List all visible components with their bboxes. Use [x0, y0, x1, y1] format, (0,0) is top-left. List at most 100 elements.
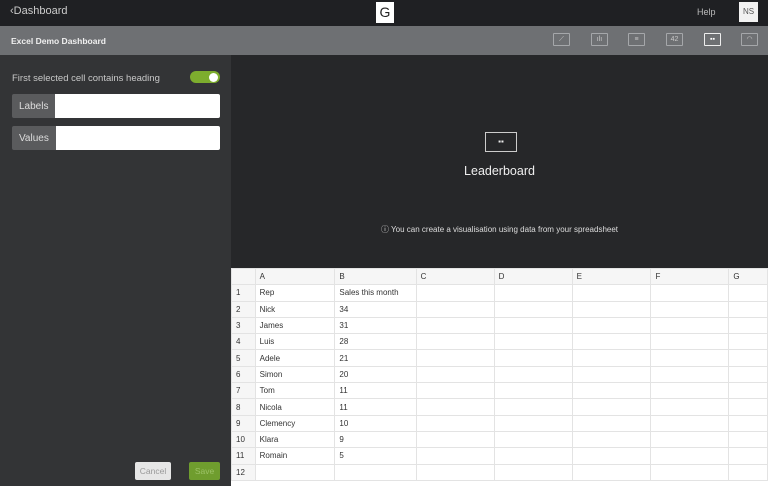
cell[interactable] [728, 316, 768, 335]
cell[interactable] [571, 349, 652, 367]
row-number[interactable]: 12 [231, 463, 256, 481]
column-header[interactable]: E [571, 267, 652, 286]
cell[interactable] [415, 463, 495, 481]
cell[interactable]: 21 [334, 349, 417, 367]
cell[interactable] [571, 414, 652, 432]
cell[interactable] [571, 284, 652, 302]
cell[interactable] [415, 365, 495, 384]
leaderboard-icon[interactable]: ▪▪ [704, 33, 721, 46]
avatar[interactable]: NS [739, 2, 758, 22]
cell[interactable]: Klara [254, 430, 336, 449]
cell[interactable]: Luis [254, 333, 336, 351]
cell[interactable] [728, 382, 768, 400]
cell[interactable] [571, 430, 652, 449]
cell[interactable] [571, 365, 652, 384]
row-number[interactable]: 3 [231, 316, 256, 335]
cell[interactable]: Nick [254, 300, 336, 318]
cell[interactable]: Rep [254, 284, 336, 302]
row-number[interactable]: 1 [231, 284, 256, 302]
cell[interactable] [571, 333, 652, 351]
cell[interactable] [728, 414, 768, 432]
cell[interactable] [493, 430, 573, 449]
cell[interactable]: Nicola [254, 398, 336, 416]
cell[interactable]: Sales this month [334, 284, 417, 302]
cell[interactable] [415, 398, 495, 416]
row-number[interactable]: 7 [231, 382, 256, 400]
row-number[interactable]: 8 [231, 398, 256, 416]
row-number[interactable]: 4 [231, 333, 256, 351]
cell[interactable] [415, 447, 495, 465]
cell[interactable] [334, 463, 417, 481]
back-to-dashboard-link[interactable]: ‹Dashboard [10, 5, 68, 17]
cell[interactable] [415, 284, 495, 302]
cell[interactable]: Clemency [254, 414, 336, 432]
column-header[interactable]: G [728, 267, 768, 286]
cell[interactable] [493, 463, 573, 481]
cell[interactable] [493, 316, 573, 335]
row-number[interactable]: 11 [231, 447, 256, 465]
cell[interactable]: 28 [334, 333, 417, 351]
column-header[interactable]: C [415, 267, 495, 286]
cell[interactable] [493, 365, 573, 384]
row-number[interactable]: 9 [231, 414, 256, 432]
cell[interactable]: Adele [254, 349, 336, 367]
cell[interactable] [493, 382, 573, 400]
cell[interactable] [415, 316, 495, 335]
cell[interactable] [493, 300, 573, 318]
cell[interactable]: Tom [254, 382, 336, 400]
cell[interactable] [650, 349, 730, 367]
text-icon[interactable]: ≡ [628, 33, 645, 46]
bar-chart-icon[interactable]: ılı [591, 33, 608, 46]
column-header[interactable]: A [254, 267, 336, 286]
cell[interactable] [415, 300, 495, 318]
cell[interactable]: James [254, 316, 336, 335]
cell[interactable] [650, 365, 730, 384]
app-logo[interactable]: G [376, 2, 394, 23]
cell[interactable] [650, 447, 730, 465]
cell[interactable] [650, 398, 730, 416]
cell[interactable] [493, 447, 573, 465]
cell[interactable] [571, 300, 652, 318]
cell[interactable]: 31 [334, 316, 417, 335]
cell[interactable] [650, 463, 730, 481]
cell[interactable] [728, 447, 768, 465]
cell[interactable] [415, 414, 495, 432]
cell[interactable]: 20 [334, 365, 417, 384]
line-chart-icon[interactable]: ⟋ [553, 33, 570, 46]
cell[interactable] [650, 382, 730, 400]
cell[interactable] [728, 333, 768, 351]
gauge-icon[interactable]: ◠ [741, 33, 758, 46]
spreadsheet[interactable]: A B C D E F G 1 Rep Sales this month 2 Nick 34 3 James… [231, 267, 768, 486]
number-icon[interactable]: 42 [666, 33, 683, 46]
cell[interactable] [493, 333, 573, 351]
spreadsheet-table[interactable]: A B C D E F G 1 Rep Sales this month 2 Nick 34 3 James… [231, 267, 768, 481]
cell[interactable] [650, 430, 730, 449]
cell[interactable] [571, 463, 652, 481]
row-number[interactable]: 6 [231, 365, 256, 384]
column-header[interactable]: F [650, 267, 730, 286]
cell[interactable] [728, 300, 768, 318]
cell[interactable] [650, 316, 730, 335]
cell[interactable]: 34 [334, 300, 417, 318]
labels-input[interactable] [55, 94, 220, 118]
cell[interactable] [571, 316, 652, 335]
save-button[interactable]: Save [189, 462, 220, 480]
cell[interactable] [493, 414, 573, 432]
cell[interactable] [254, 463, 336, 481]
cell[interactable] [728, 349, 768, 367]
cell[interactable] [728, 430, 768, 449]
cell[interactable] [571, 447, 652, 465]
cell[interactable]: Simon [254, 365, 336, 384]
cell[interactable]: 11 [334, 382, 417, 400]
column-header[interactable]: B [334, 267, 417, 286]
cell[interactable] [493, 349, 573, 367]
cell[interactable] [493, 398, 573, 416]
cell[interactable] [650, 333, 730, 351]
cell[interactable] [571, 382, 652, 400]
row-number[interactable]: 5 [231, 349, 256, 367]
cell[interactable] [650, 300, 730, 318]
cell[interactable] [415, 430, 495, 449]
cell[interactable] [728, 365, 768, 384]
help-link[interactable]: Help [697, 7, 716, 17]
cell[interactable] [571, 398, 652, 416]
